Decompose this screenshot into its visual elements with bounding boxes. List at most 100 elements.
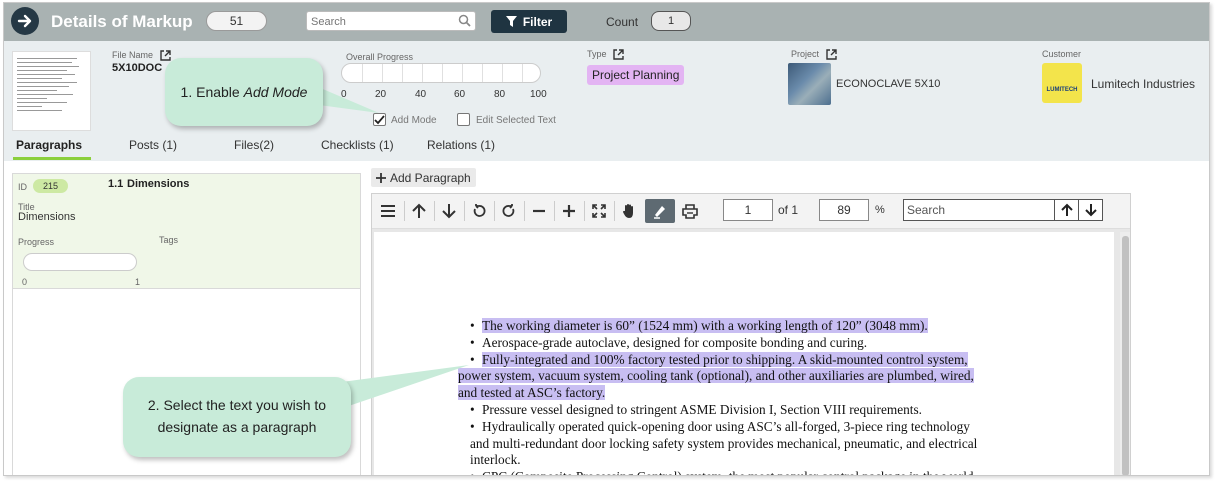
title-value: Dimensions (18, 211, 76, 223)
document-line[interactable]: •CPC (Composite Processing Control) syst… (470, 469, 1030, 475)
line-text[interactable]: CPC (Composite Processing Control) syste… (482, 469, 974, 475)
line-text[interactable]: and multi-redundant door locking safety … (470, 436, 977, 451)
paragraph-number: 1.1 (108, 178, 124, 190)
add-mode-label: Add Mode (391, 115, 437, 126)
callout-2-pointer (334, 365, 469, 411)
progress-label: Progress (18, 237, 55, 247)
edit-selected-text-checkbox[interactable] (457, 113, 470, 126)
search-input[interactable] (307, 13, 447, 31)
document-line[interactable]: and tested at ASC’s factory. (458, 385, 1030, 402)
paragraph-progress-bar (23, 253, 137, 271)
document-search-input[interactable]: Search (904, 200, 1054, 220)
pan-tool-button[interactable] (616, 199, 642, 223)
type-label: Type (587, 49, 624, 60)
percent-label: % (875, 204, 885, 216)
line-text[interactable]: interlock. (470, 452, 521, 467)
filter-button[interactable]: Filter (491, 10, 567, 33)
highlighted-text[interactable]: and tested at ASC’s factory. (458, 385, 606, 401)
page-number-input[interactable]: 1 (723, 199, 773, 221)
arrow-down-icon (442, 204, 456, 219)
paragraph-name: Dimensions (127, 178, 190, 190)
document-line[interactable]: • Hydraulically operated quick-opening do… (470, 419, 1030, 436)
search-previous-button[interactable] (1054, 200, 1078, 220)
bullet-glyph: • (470, 469, 482, 475)
callout-2-line-1: 2. Select the text you wish to (147, 397, 327, 413)
rotate-ccw-button[interactable] (466, 199, 492, 223)
printer-icon (682, 203, 698, 219)
top-bar: Details of Markup 51 Filter Count 1 (4, 3, 1209, 41)
document-line[interactable]: interlock. (470, 452, 1030, 469)
document-line[interactable]: power system, vacuum system, cooling tan… (458, 368, 1030, 385)
page-title: Details of Markup (51, 12, 193, 31)
external-link-icon[interactable] (159, 50, 171, 61)
type-badge: Project Planning (587, 65, 685, 85)
document-page[interactable]: • The working diameter is 60” (1524 mm) w… (374, 232, 1114, 475)
zoom-out-button[interactable] (526, 199, 552, 223)
progress-scale-100: 100 (530, 89, 547, 100)
plus-icon (563, 205, 575, 217)
fit-page-button[interactable] (586, 199, 612, 223)
hamburger-icon (381, 205, 395, 217)
callout-1-emphasis: Add Mode (243, 84, 308, 100)
arrow-up-icon (1060, 203, 1073, 216)
add-paragraph-button[interactable]: Add Paragraph (371, 168, 476, 187)
line-text[interactable]: Pressure vessel designed to stringent AS… (482, 402, 922, 417)
document-line[interactable]: and multi-redundant door locking safety … (470, 436, 1030, 453)
overall-progress-label: Overall Progress (346, 52, 414, 62)
project-name: ECONOCLAVE 5X10 (836, 78, 941, 90)
tab-files[interactable]: Files(2) (234, 138, 274, 152)
menu-button[interactable] (375, 199, 401, 223)
scrollbar-thumb[interactable] (1122, 236, 1129, 475)
search-field[interactable] (306, 11, 476, 31)
viewer-scrollbar[interactable] (1120, 232, 1130, 475)
search-icon[interactable] (458, 14, 471, 32)
zoom-input[interactable]: 89 (819, 199, 869, 221)
callout-select-text: 2. Select the text you wish to designate… (123, 377, 351, 457)
project-image (788, 63, 831, 105)
customer-label: Customer (1042, 49, 1082, 59)
count-value: 1 (651, 11, 691, 31)
highlighted-text[interactable]: Fully-integrated and 100% factory tested… (482, 351, 968, 367)
active-tab-indicator (13, 157, 91, 160)
document-thumbnail[interactable] (12, 51, 91, 131)
highlight-tool-button[interactable] (645, 199, 675, 223)
document-search[interactable]: Search (903, 199, 1103, 221)
document-line[interactable]: • The working diameter is 60” (1524 mm) w… (470, 318, 1030, 335)
next-page-button[interactable] (436, 199, 462, 223)
zoom-in-button[interactable] (556, 199, 582, 223)
previous-page-button[interactable] (406, 199, 432, 223)
print-button[interactable] (677, 199, 703, 223)
bullet-glyph: • (470, 334, 475, 350)
tab-checklists[interactable]: Checklists (1) (321, 138, 394, 152)
arrow-down-icon (1084, 204, 1097, 217)
external-link-icon[interactable] (613, 49, 624, 60)
line-text[interactable]: Hydraulically operated quick-opening doo… (482, 419, 970, 434)
rotate-cw-button[interactable] (496, 199, 522, 223)
paragraph-card[interactable]: ID 215 1.1 Dimensions Title Dimensions P… (13, 174, 360, 289)
search-next-button[interactable] (1078, 200, 1102, 220)
document-line[interactable]: • Pressure vessel designed to stringent A… (470, 402, 1030, 419)
tags-label: Tags (159, 235, 179, 245)
tab-relations[interactable]: Relations (1) (427, 138, 495, 152)
external-link-icon[interactable] (825, 49, 837, 60)
filter-label: Filter (522, 14, 553, 29)
tab-paragraphs[interactable]: Paragraphs (16, 138, 82, 152)
document-line[interactable]: • Fully-integrated and 100% factory teste… (470, 351, 1030, 369)
highlighter-icon (654, 206, 665, 219)
back-button[interactable] (11, 7, 39, 35)
progress-scale-40: 40 (415, 89, 427, 100)
file-name-label: File Name (112, 50, 171, 61)
line-text[interactable]: Aerospace-grade autoclave, designed for … (482, 335, 867, 350)
document-text[interactable]: • The working diameter is 60” (1524 mm) w… (458, 318, 1030, 475)
highlighted-text[interactable]: The working diameter is 60” (1524 mm) wi… (482, 318, 928, 333)
arrow-up-icon (412, 203, 426, 218)
document-line[interactable]: • Aerospace-grade autoclave, designed for… (470, 335, 1030, 352)
rotate-right-icon (502, 204, 515, 217)
count-label: Count (606, 15, 639, 29)
id-badge: 215 (33, 179, 68, 193)
highlighted-text[interactable]: power system, vacuum system, cooling tan… (458, 368, 974, 384)
minus-icon (533, 209, 545, 213)
expand-icon (592, 204, 606, 218)
tab-posts[interactable]: Posts (1) (129, 138, 177, 152)
pdf-viewer: 1 of 1 89 % Search • The working diameter… (371, 193, 1131, 475)
